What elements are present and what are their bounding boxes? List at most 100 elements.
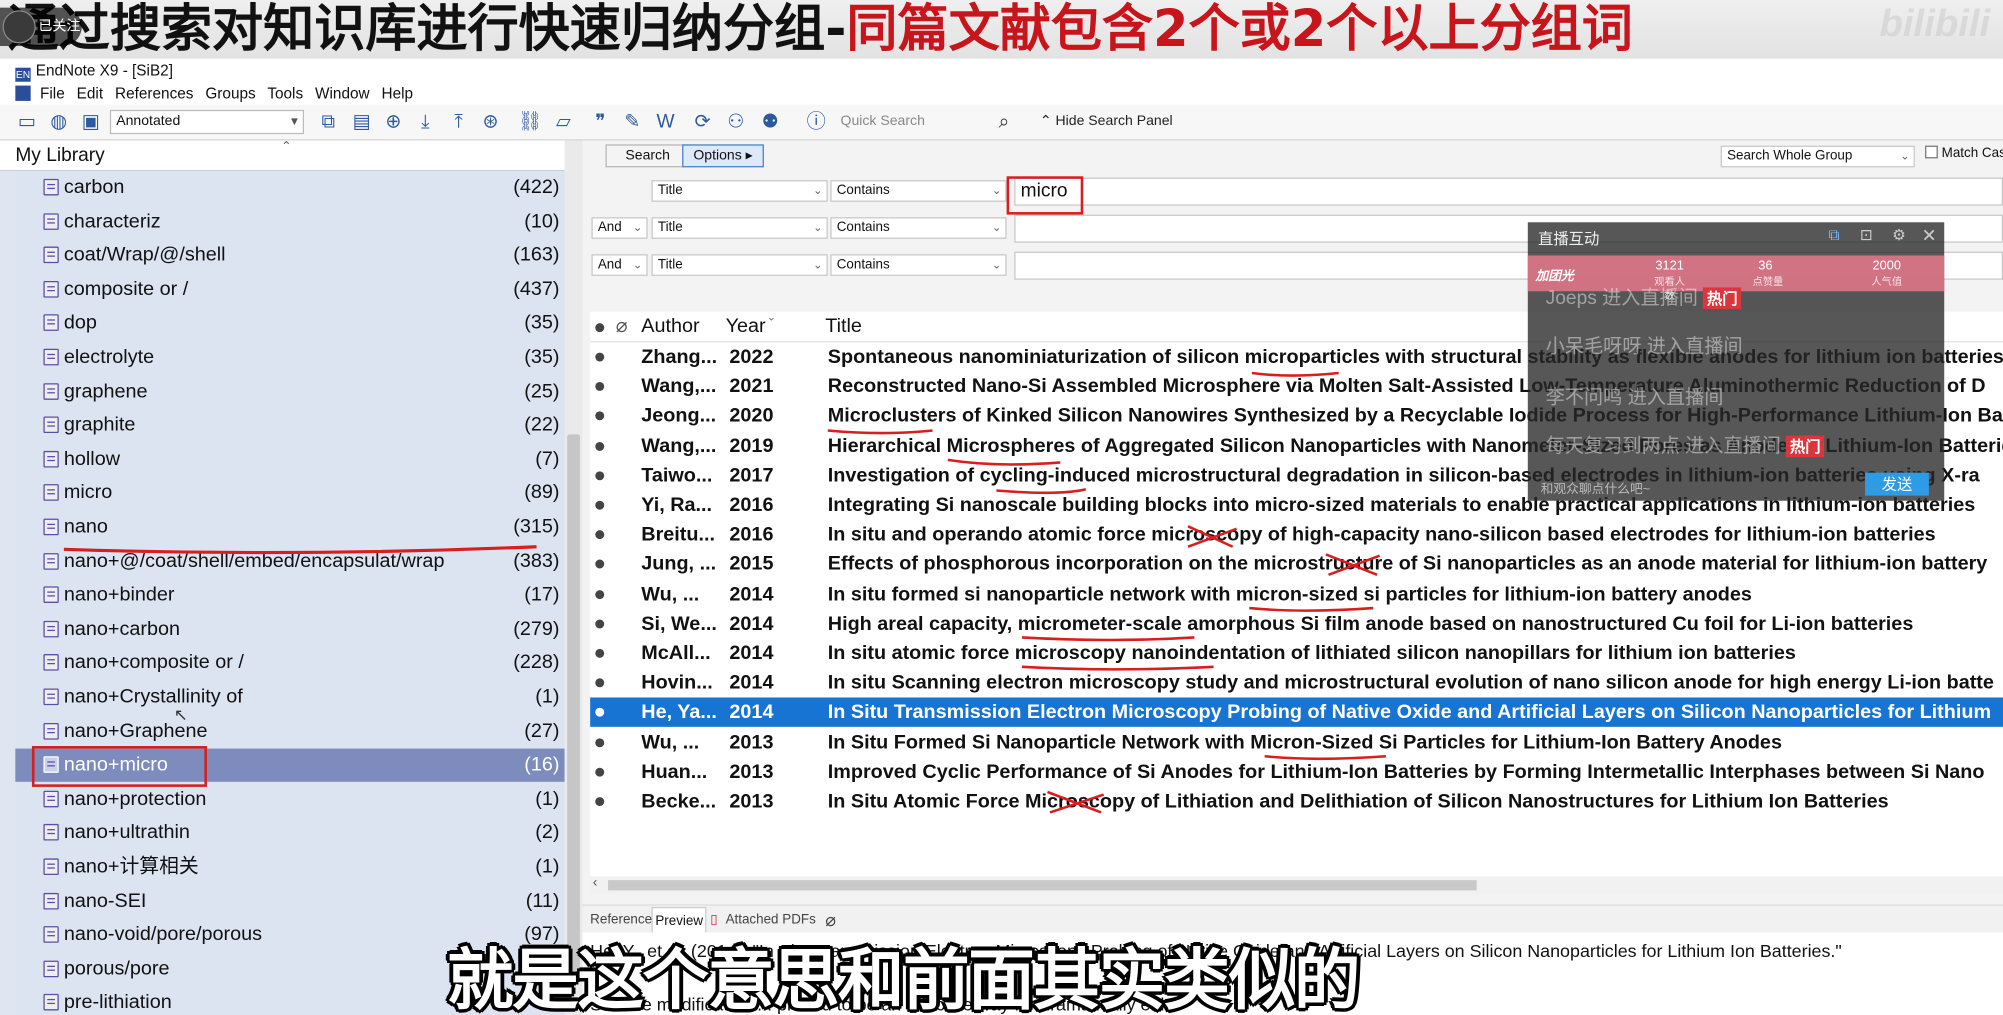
scrollbar-thumb[interactable] [567, 434, 580, 971]
group-item[interactable]: hollow (7) [15, 443, 564, 476]
group-item[interactable]: nano+@/coat/shell/embed/encapsulat/wrap (… [15, 545, 564, 578]
open-link-icon[interactable]: ⛓ [516, 109, 544, 137]
new-reference-icon[interactable]: ▤ [347, 109, 375, 137]
column-author[interactable]: Author [641, 312, 699, 343]
reference-row[interactable]: Breitu... 2016 In situ and operando atomic… [590, 520, 2003, 549]
operator-select[interactable]: Contains ⌄ [830, 180, 1007, 202]
collapse-chevron-icon[interactable]: ⌃ [281, 133, 292, 164]
output-style-select[interactable]: Annotated ▼ [109, 109, 305, 135]
group-item[interactable]: nano+protection (1) [15, 783, 564, 816]
reference-row[interactable]: Jung, ... 2015 Effects of phosphorous inco… [590, 550, 2003, 579]
group-item[interactable]: dop (35) [15, 307, 564, 340]
group-item[interactable]: nano (315) [15, 511, 564, 544]
group-item[interactable]: graphite (22) [15, 409, 564, 442]
help-icon[interactable]: ⓘ [802, 109, 830, 137]
group-item[interactable]: nano+carbon (279) [15, 613, 564, 646]
sync-icon[interactable]: ⟳ [689, 109, 717, 137]
field-select[interactable]: Title ⌄ [651, 217, 828, 239]
search-icon[interactable]: ⌕ [990, 109, 1018, 137]
results-hscrollbar[interactable]: ‹ [590, 875, 2003, 895]
send-button[interactable]: 发送 [1865, 472, 1929, 496]
menu-help[interactable]: Help [382, 84, 414, 102]
endnote-menu-icon[interactable] [15, 85, 31, 101]
group-item[interactable]: nano+Graphene (27) [15, 715, 564, 748]
group-item[interactable]: graphene (25) [15, 375, 564, 408]
hide-search-panel-button[interactable]: ⌃ Hide Search Panel [1040, 110, 1173, 134]
find-full-text-icon[interactable]: ⊛ [476, 109, 504, 137]
reference-row[interactable]: Wu, ... 2013 In Situ Formed Si Nanoparticl… [590, 728, 2003, 757]
close-icon[interactable]: ✕ [1922, 225, 1937, 247]
groups-scrollbar[interactable] [564, 140, 583, 1015]
operator-select[interactable]: Contains ⌄ [830, 217, 1007, 239]
export-icon[interactable]: ⤒ [445, 109, 473, 137]
share-icon[interactable]: ⧉ [1829, 226, 1840, 245]
group-item[interactable]: electrolyte (35) [15, 341, 564, 374]
reference-row[interactable]: Huan... 2013 Improved Cyclic Performance o… [590, 757, 2003, 786]
word-export-icon[interactable]: W [651, 109, 679, 137]
tab-attached-pdfs[interactable]: Attached PDFs [723, 907, 818, 933]
read-status-icon [595, 619, 605, 629]
paperclip-icon[interactable]: ⌀ [823, 907, 839, 933]
import-icon[interactable]: ⤓ [411, 109, 439, 137]
reference-row[interactable]: Hovin... 2014 In situ Scanning electron mi… [590, 668, 2003, 697]
search-term-input[interactable]: micro [1014, 177, 2003, 206]
menu-tools[interactable]: Tools [267, 84, 303, 102]
share-group-icon[interactable]: ⚉ [756, 109, 784, 137]
reference-row[interactable]: Si, We... 2014 High areal capacity, microm… [590, 609, 2003, 638]
read-status-header-icon[interactable] [595, 323, 605, 333]
match-case-checkbox[interactable]: Match Case [1925, 145, 2003, 161]
search-button[interactable]: Search [605, 144, 690, 168]
group-item[interactable]: nano+binder (17) [15, 579, 564, 612]
column-year[interactable]: Year [726, 312, 766, 343]
group-item[interactable]: nano-SEI (11) [15, 885, 564, 918]
menu-references[interactable]: References [115, 84, 193, 102]
group-item[interactable]: characteriz (10) [15, 205, 564, 238]
copy-formatted-icon[interactable]: ⧉ [314, 109, 342, 137]
online-search-mode-icon[interactable]: ◍ [45, 109, 73, 137]
boolean-select[interactable]: And ⌄ [591, 217, 648, 239]
group-item[interactable]: micro (89) [15, 477, 564, 510]
checkbox-icon[interactable] [1925, 145, 1938, 159]
menu-window[interactable]: Window [315, 84, 370, 102]
reference-row[interactable]: Becke... 2013 In Situ Atomic Force Microsc… [590, 787, 2003, 816]
boolean-select[interactable]: And ⌄ [591, 254, 648, 276]
group-item[interactable]: nano+计算相关 (1) [15, 851, 564, 884]
hscroll-thumb[interactable] [608, 880, 1477, 891]
share-library-icon[interactable]: ⚇ [722, 109, 750, 137]
insert-citation-icon[interactable]: ❞ [586, 109, 614, 137]
field-select[interactable]: Title ⌄ [651, 180, 828, 202]
menu-file[interactable]: File [40, 84, 65, 102]
chat-input[interactable]: 和观众聊点什么吧~ [1541, 478, 1651, 497]
reference-row[interactable]: McAll... 2014 In situ atomic force microsc… [590, 639, 2003, 668]
group-item[interactable]: nano+ultrathin (2) [15, 817, 564, 850]
group-item[interactable]: carbon (422) [15, 171, 564, 204]
attachment-header-icon[interactable]: ⌀ [616, 312, 628, 343]
open-file-icon[interactable]: ▱ [549, 109, 577, 137]
reference-row[interactable]: He, Ya... 2014 In Situ Transmission Electr… [590, 697, 2003, 728]
tab-reference[interactable]: Reference [588, 907, 655, 933]
group-item[interactable]: nano+composite or / (228) [15, 647, 564, 680]
group-item[interactable]: coat/Wrap/@/shell (163) [15, 239, 564, 272]
menu-groups[interactable]: Groups [205, 84, 255, 102]
options-button[interactable]: Options ▸ [682, 144, 764, 168]
field-select[interactable]: Title ⌄ [651, 254, 828, 276]
tab-preview[interactable]: Preview [651, 906, 707, 936]
follow-badge[interactable]: 已关注 [0, 7, 82, 46]
gear-icon[interactable]: ⚙ [1892, 226, 1906, 244]
group-count: (22) [524, 414, 560, 436]
my-library-header[interactable]: My Library ⌃ [0, 140, 565, 172]
online-search-icon[interactable]: ⊕ [379, 109, 407, 137]
group-item[interactable]: composite or / (437) [15, 273, 564, 306]
operator-select[interactable]: Contains ⌄ [830, 254, 1007, 276]
integrated-library-mode-icon[interactable]: ▣ [77, 109, 105, 137]
lock-icon[interactable]: ⊡ [1860, 226, 1873, 244]
group-count: (10) [524, 210, 560, 232]
scroll-left-icon[interactable]: ‹ [593, 875, 598, 890]
column-title[interactable]: Title [825, 312, 862, 343]
group-item[interactable]: nano+Crystallinity of (1) [15, 681, 564, 714]
format-bibliography-icon[interactable]: ✎ [618, 109, 646, 137]
read-status-icon [595, 678, 605, 688]
local-library-mode-icon[interactable]: ▭ [13, 109, 41, 137]
menu-edit[interactable]: Edit [77, 84, 103, 102]
reference-row[interactable]: Wu, ... 2014 In situ formed si nanoparticl… [590, 579, 2003, 608]
